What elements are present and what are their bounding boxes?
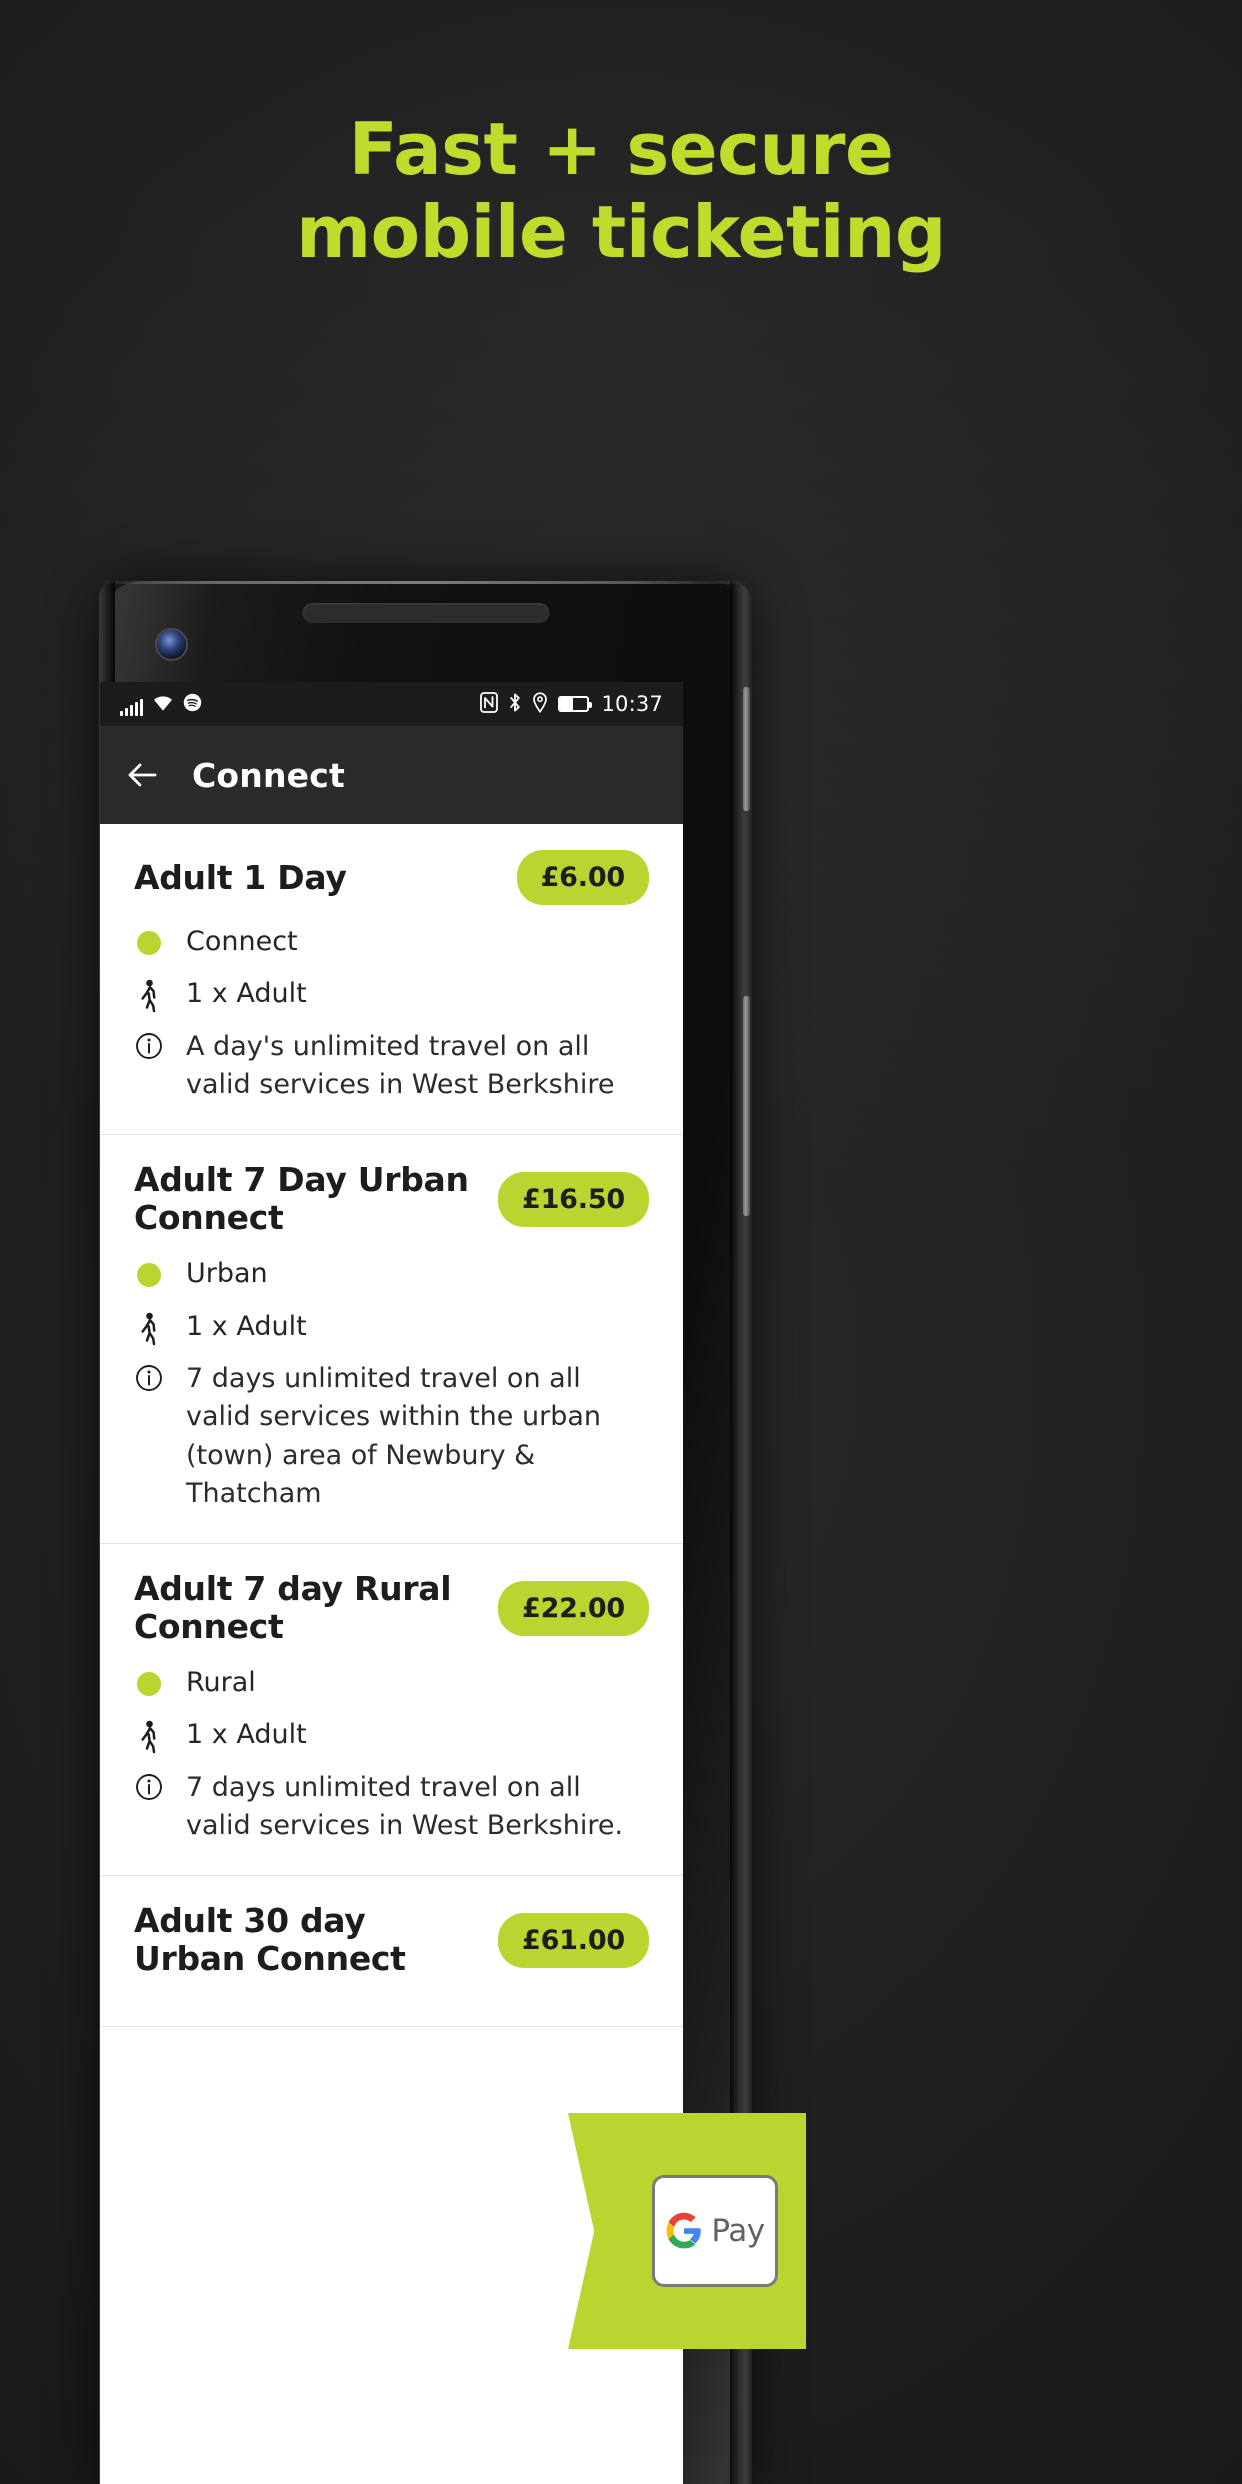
walking-person-icon bbox=[134, 1716, 164, 1754]
ticket-card[interactable]: Adult 1 Day £6.00 Connect 1 x Adult A da… bbox=[100, 824, 683, 1136]
ticket-description: A day's unlimited travel on all valid se… bbox=[186, 1030, 615, 1100]
ticket-title: Adult 7 Day Urban Connect bbox=[134, 1160, 469, 1238]
ticket-title: Adult 7 day Rural Connect bbox=[134, 1569, 452, 1647]
ticket-price-badge: £16.50 bbox=[498, 1171, 649, 1227]
google-pay-card[interactable]: Pay bbox=[652, 2175, 778, 2287]
signal-bars-icon bbox=[120, 698, 143, 716]
zone-dot-icon bbox=[134, 1664, 164, 1697]
walking-person-icon bbox=[134, 975, 164, 1013]
front-camera-lens-icon bbox=[157, 630, 186, 659]
phone-top-highlight bbox=[99, 581, 752, 584]
ticket-passenger-label: 1 x Adult bbox=[186, 978, 307, 1010]
status-bar-right: 10:37 bbox=[480, 691, 663, 717]
ticket-zone-label: Urban bbox=[186, 1258, 268, 1290]
spotify-icon bbox=[183, 693, 202, 716]
wifi-icon bbox=[152, 694, 174, 716]
ticket-passenger-row: 1 x Adult bbox=[134, 975, 649, 1013]
ticket-card[interactable]: Adult 7 Day Urban Connect £16.50 Urban 1… bbox=[100, 1135, 683, 1545]
headline-line-1: Fast + secure bbox=[348, 107, 894, 191]
ticket-zone-label: Connect bbox=[186, 926, 298, 957]
status-bar-left bbox=[120, 693, 202, 716]
google-pay-badge: Pay bbox=[568, 2113, 806, 2349]
google-pay-label: Pay bbox=[711, 2213, 765, 2249]
marketing-headline: Fast + secure mobile ticketing bbox=[0, 108, 1242, 274]
walking-person-icon bbox=[134, 1308, 164, 1346]
ticket-passenger-row: 1 x Adult bbox=[134, 1716, 649, 1754]
earpiece-speaker-icon bbox=[302, 603, 549, 623]
ticket-description-row: A day's unlimited travel on all valid se… bbox=[134, 1028, 649, 1105]
ticket-card[interactable]: Adult 30 day Urban Connect £61.00 bbox=[100, 1876, 683, 2028]
ticket-header: Adult 30 day Urban Connect £61.00 bbox=[134, 1902, 649, 1978]
ticket-price-badge: £6.00 bbox=[516, 850, 649, 905]
volume-button[interactable] bbox=[743, 996, 750, 1216]
info-icon bbox=[134, 1028, 164, 1060]
ticket-header: Adult 7 Day Urban Connect £16.50 bbox=[134, 1161, 649, 1237]
ticket-price-badge: £22.00 bbox=[498, 1580, 649, 1636]
info-icon bbox=[134, 1360, 164, 1392]
ticket-list: Adult 1 Day £6.00 Connect 1 x Adult A da… bbox=[100, 824, 683, 2028]
zone-dot-icon bbox=[134, 1255, 164, 1288]
ticket-title: Adult 1 Day bbox=[134, 857, 347, 897]
ticket-zone-row: Urban bbox=[134, 1255, 649, 1293]
zone-dot-icon bbox=[134, 923, 164, 955]
ticket-header: Adult 1 Day £6.00 bbox=[134, 850, 649, 905]
status-bar: 10:37 bbox=[100, 682, 683, 726]
info-icon bbox=[134, 1769, 164, 1801]
page-title: Connect bbox=[192, 755, 345, 795]
headline-line-2: mobile ticketing bbox=[296, 189, 946, 274]
ticket-passenger-row: 1 x Adult bbox=[134, 1308, 649, 1346]
ticket-description-row: 7 days unlimited travel on all valid ser… bbox=[134, 1769, 649, 1846]
bluetooth-icon bbox=[508, 692, 522, 717]
ticket-card[interactable]: Adult 7 day Rural Connect £22.00 Rural 1… bbox=[100, 1544, 683, 1877]
ticket-passenger-label: 1 x Adult bbox=[186, 1310, 307, 1342]
ticket-zone-row: Rural bbox=[134, 1664, 649, 1702]
ticket-description: 7 days unlimited travel on all valid ser… bbox=[186, 1771, 624, 1842]
ticket-price-badge: £61.00 bbox=[498, 1912, 649, 1968]
status-bar-clock: 10:37 bbox=[601, 692, 663, 716]
location-icon bbox=[532, 691, 548, 717]
ticket-description-row: 7 days unlimited travel on all valid ser… bbox=[134, 1360, 649, 1513]
google-g-icon bbox=[665, 2212, 703, 2250]
back-button[interactable] bbox=[122, 755, 162, 795]
ticket-passenger-label: 1 x Adult bbox=[186, 1719, 307, 1751]
ticket-zone-label: Rural bbox=[186, 1667, 256, 1699]
power-button[interactable] bbox=[743, 687, 750, 811]
nfc-icon bbox=[480, 691, 499, 717]
ticket-header: Adult 7 day Rural Connect £22.00 bbox=[134, 1570, 649, 1646]
ticket-description: 7 days unlimited travel on all valid ser… bbox=[186, 1362, 601, 1509]
app-bar: Connect bbox=[100, 726, 683, 824]
ticket-zone-row: Connect bbox=[134, 923, 649, 961]
battery-icon bbox=[558, 696, 593, 712]
ticket-title: Adult 30 day Urban Connect bbox=[134, 1901, 406, 1979]
